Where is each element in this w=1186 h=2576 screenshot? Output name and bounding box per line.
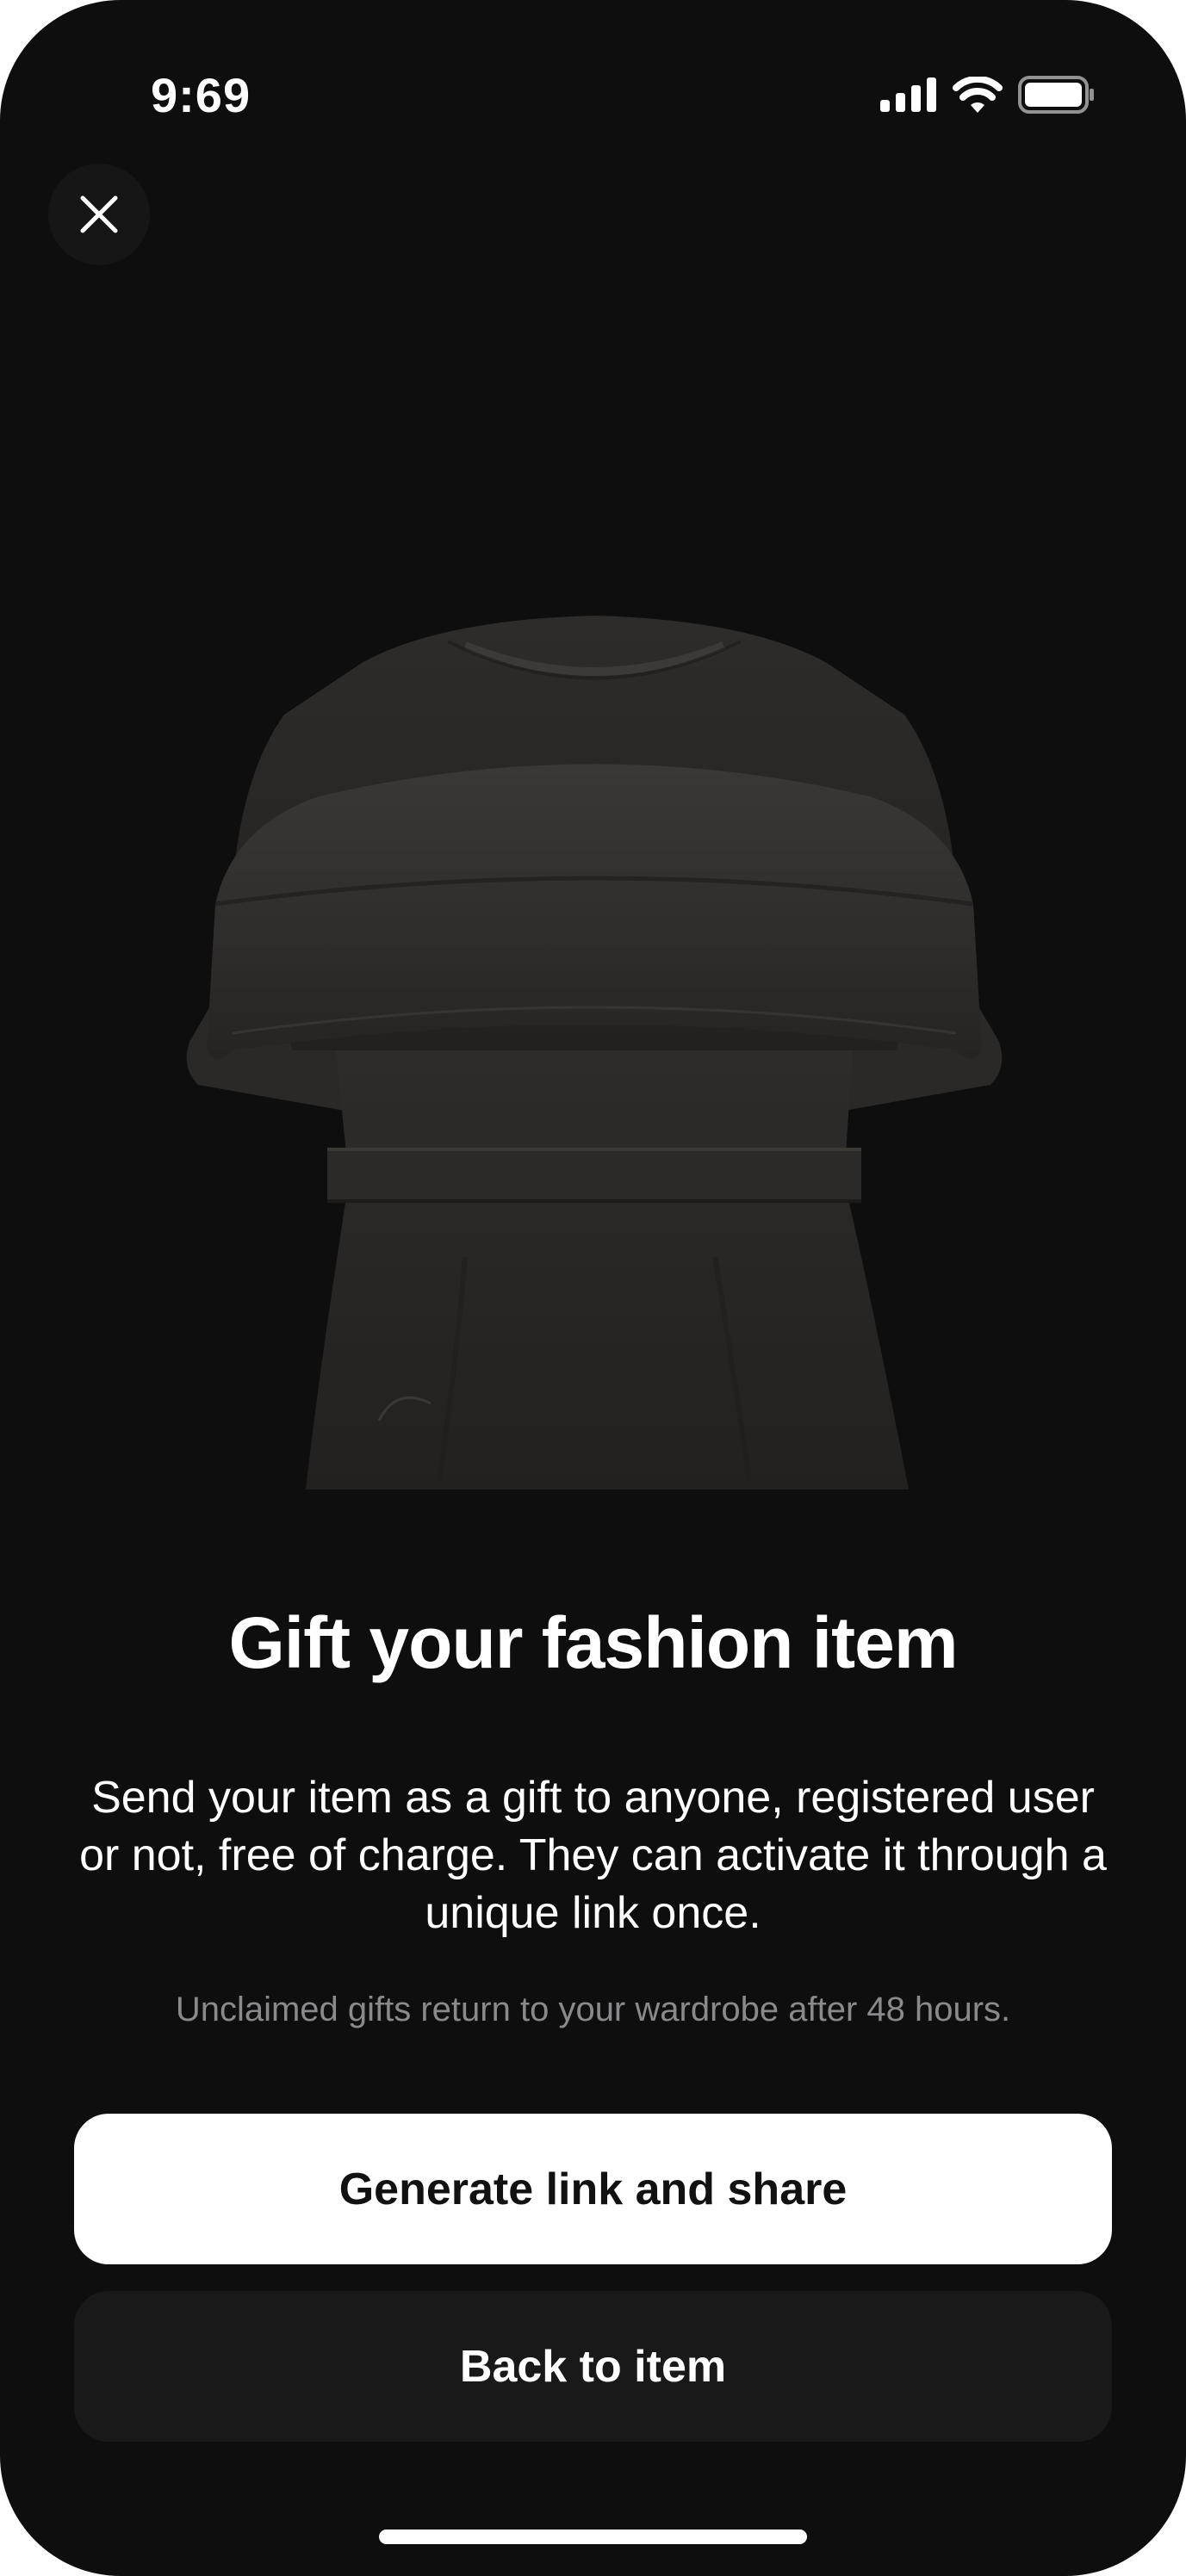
expiry-note: Unclaimed gifts return to your wardrobe …: [175, 1991, 1011, 2028]
garment-illustration: [186, 616, 1003, 1489]
gift-description: Send your item as a gift to anyone, regi…: [79, 1773, 1107, 1938]
back-to-item-button[interactable]: Back to item: [74, 2291, 1112, 2442]
generate-link-button[interactable]: Generate link and share: [74, 2114, 1112, 2264]
gift-screen: 9:69 Gift your fashion item Send your it…: [0, 0, 1186, 2576]
wifi-icon: [953, 77, 1003, 113]
generate-link-label: Generate link and share: [338, 2164, 848, 2214]
status-time: 9:69: [151, 68, 251, 122]
cellular-signal-icon: [880, 77, 936, 112]
status-icons: [880, 76, 1096, 114]
battery-icon: [1018, 76, 1094, 114]
page-title: Gift your fashion item: [228, 1602, 958, 1683]
back-to-item-label: Back to item: [459, 2341, 727, 2392]
close-button[interactable]: [48, 164, 150, 265]
home-indicator[interactable]: [379, 2530, 807, 2544]
close-icon: [80, 195, 118, 233]
